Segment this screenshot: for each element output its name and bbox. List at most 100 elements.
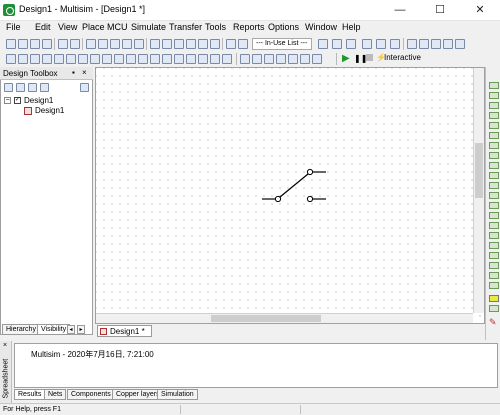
word-generator-icon[interactable] [489, 152, 499, 159]
in-use-list-select[interactable]: --- In-Use List --- [252, 38, 312, 50]
pen-icon[interactable]: ✎ [489, 317, 497, 328]
parent-sheet-icon[interactable] [162, 39, 172, 49]
probe-power-icon[interactable] [276, 54, 286, 64]
agilent-function-generator-icon[interactable] [489, 222, 499, 229]
menu-help[interactable]: Help [342, 22, 361, 32]
tree-collapse-icon[interactable]: − [4, 97, 11, 104]
indicator-component-icon[interactable] [114, 54, 124, 64]
component-wizard-icon[interactable] [226, 39, 236, 49]
electromechanical-icon[interactable] [174, 54, 184, 64]
zoom-fit-icon[interactable] [443, 39, 453, 49]
probe-reference-icon[interactable] [300, 54, 310, 64]
open-design-icon[interactable] [16, 83, 25, 92]
cut-icon[interactable] [86, 39, 96, 49]
frequency-counter-icon[interactable] [489, 142, 499, 149]
probe-voltage-icon[interactable] [252, 54, 262, 64]
measurement-probe-icon[interactable] [489, 305, 499, 312]
probe-digital-icon[interactable] [312, 54, 322, 64]
misc-digital-icon[interactable] [90, 54, 100, 64]
current-clamp-icon[interactable] [489, 282, 499, 289]
print-icon[interactable] [58, 39, 68, 49]
zoom-full-icon[interactable] [455, 39, 465, 49]
tab-visibility[interactable]: Visibility [37, 324, 71, 335]
menu-mcu[interactable]: MCU [107, 22, 128, 32]
ni-elvismx-instrument-icon[interactable] [489, 272, 499, 279]
four-channel-oscilloscope-icon[interactable] [489, 122, 499, 129]
maximize-button[interactable]: ☐ [420, 0, 460, 20]
copy-icon[interactable] [98, 39, 108, 49]
save-icon[interactable] [42, 39, 52, 49]
stop-simulation-icon[interactable] [366, 54, 373, 61]
database-manager-icon[interactable] [238, 39, 248, 49]
menu-tools[interactable]: Tools [205, 22, 226, 32]
vertical-scrollbar[interactable] [473, 68, 484, 313]
oscilloscope-icon[interactable] [489, 112, 499, 119]
toolbox-options-icon[interactable] [80, 83, 89, 92]
bus-icon[interactable] [210, 54, 220, 64]
ttl-component-icon[interactable] [66, 54, 76, 64]
menu-place[interactable]: Place [82, 22, 105, 32]
spectrum-analyzer-icon[interactable] [489, 202, 499, 209]
logic-analyzer-icon[interactable] [489, 172, 499, 179]
menu-view[interactable]: View [58, 22, 77, 32]
zoom-in-icon[interactable] [407, 39, 417, 49]
multimeter-icon[interactable] [489, 82, 499, 89]
rf-component-icon[interactable] [162, 54, 172, 64]
new-design-icon[interactable] [4, 83, 13, 92]
transfer-ultiboard-icon[interactable] [332, 39, 342, 49]
close-button[interactable]: ✕ [460, 0, 500, 20]
advanced-peripherals-icon[interactable] [150, 54, 160, 64]
source-component-icon[interactable] [6, 54, 16, 64]
schematic-workspace[interactable] [95, 67, 485, 324]
redo-icon[interactable] [134, 39, 144, 49]
tab-scroll-left-icon[interactable]: ◂ [67, 325, 75, 334]
zoom-out-icon[interactable] [419, 39, 429, 49]
menu-window[interactable]: Window [305, 22, 337, 32]
menu-edit[interactable]: Edit [35, 22, 51, 32]
close-icon[interactable]: × [82, 68, 87, 77]
menu-file[interactable]: File [6, 22, 21, 32]
probe-current-icon[interactable] [264, 54, 274, 64]
basic-component-icon[interactable] [18, 54, 28, 64]
probe-icon[interactable] [240, 54, 250, 64]
menu-options[interactable]: Options [268, 22, 299, 32]
vertical-scroll-thumb[interactable] [475, 143, 483, 198]
menu-reports[interactable]: Reports [233, 22, 265, 32]
bode-plotter-icon[interactable] [489, 132, 499, 139]
checkbox-icon[interactable]: ✓ [14, 97, 21, 104]
spreadsheet-view-icon[interactable] [210, 39, 220, 49]
design-toolbox-icon[interactable] [198, 39, 208, 49]
function-generator-icon[interactable] [489, 92, 499, 99]
tab-nets[interactable]: Nets [44, 389, 67, 400]
minimize-button[interactable]: — [380, 0, 420, 20]
switch-component[interactable] [96, 68, 486, 325]
tree-root-label[interactable]: Design1 [24, 96, 53, 105]
interactive-label[interactable]: Interactive [384, 53, 421, 62]
tab-design1[interactable]: Design1 * [97, 325, 152, 337]
tab-copper-layers[interactable]: Copper layers [112, 389, 164, 400]
probe-differential-icon[interactable] [288, 54, 298, 64]
open-folder-icon[interactable] [18, 39, 28, 49]
agilent-multimeter-icon[interactable] [489, 232, 499, 239]
tab-scroll-right-icon[interactable]: ▸ [77, 325, 85, 334]
wattmeter-icon[interactable] [489, 102, 499, 109]
tab-components[interactable]: Components [67, 389, 115, 400]
agilent-oscilloscope-icon[interactable] [489, 242, 499, 249]
close-icon[interactable]: × [3, 342, 7, 349]
tab-results[interactable]: Results [14, 389, 46, 400]
probe-instrument-icon[interactable] [489, 295, 499, 302]
menu-transfer[interactable]: Transfer [169, 22, 202, 32]
power-component-icon[interactable] [126, 54, 136, 64]
full-screen-icon[interactable] [150, 39, 160, 49]
new-file-icon[interactable] [6, 39, 16, 49]
wire-icon[interactable] [222, 54, 232, 64]
horizontal-scroll-thumb[interactable] [211, 315, 321, 322]
print-preview-icon[interactable] [70, 39, 80, 49]
menu-simulate[interactable]: Simulate [131, 22, 166, 32]
tab-simulation[interactable]: Simulation [157, 389, 198, 400]
tree-child-label[interactable]: Design1 [35, 106, 64, 115]
save-design-icon[interactable] [28, 83, 37, 92]
pin-icon[interactable]: ▪ [72, 68, 75, 77]
hierarchical-block-icon[interactable] [198, 54, 208, 64]
help-icon[interactable] [390, 39, 400, 49]
